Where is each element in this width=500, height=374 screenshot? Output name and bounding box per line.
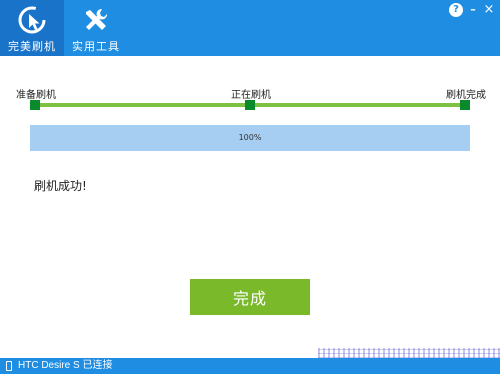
progress-text: 100% [238, 133, 262, 142]
progress-bar: 100% [30, 125, 470, 151]
tab-perfect-flash[interactable]: 完美刷机 [0, 0, 64, 56]
tab-label: 完美刷机 [8, 40, 56, 53]
tools-icon [86, 8, 108, 30]
done-button[interactable]: 完成 [190, 279, 310, 315]
step-label-prepare: 准备刷机 [16, 90, 56, 101]
step-node-flashing [245, 100, 255, 110]
flash-steps: 准备刷机 正在刷机 刷机完成 [0, 84, 500, 114]
step-label-flashing: 正在刷机 [231, 90, 271, 101]
tab-tools[interactable]: 实用工具 [64, 0, 128, 56]
phone-icon [6, 361, 12, 371]
status-bar: HTC Desire S 已连接 [0, 358, 500, 374]
help-button[interactable]: ? [449, 3, 463, 17]
minimize-button[interactable]: – [466, 3, 480, 17]
step-label-complete: 刷机完成 [446, 90, 486, 101]
refresh-cursor-icon [18, 6, 46, 34]
step-node-prepare [30, 100, 40, 110]
close-button[interactable]: × [482, 3, 496, 17]
tab-label: 实用工具 [72, 40, 120, 53]
title-bar: 完美刷机 实用工具 ? – × [0, 0, 500, 56]
device-status: HTC Desire S 已连接 [18, 360, 113, 371]
step-node-complete [460, 100, 470, 110]
result-message: 刷机成功! [34, 179, 87, 193]
